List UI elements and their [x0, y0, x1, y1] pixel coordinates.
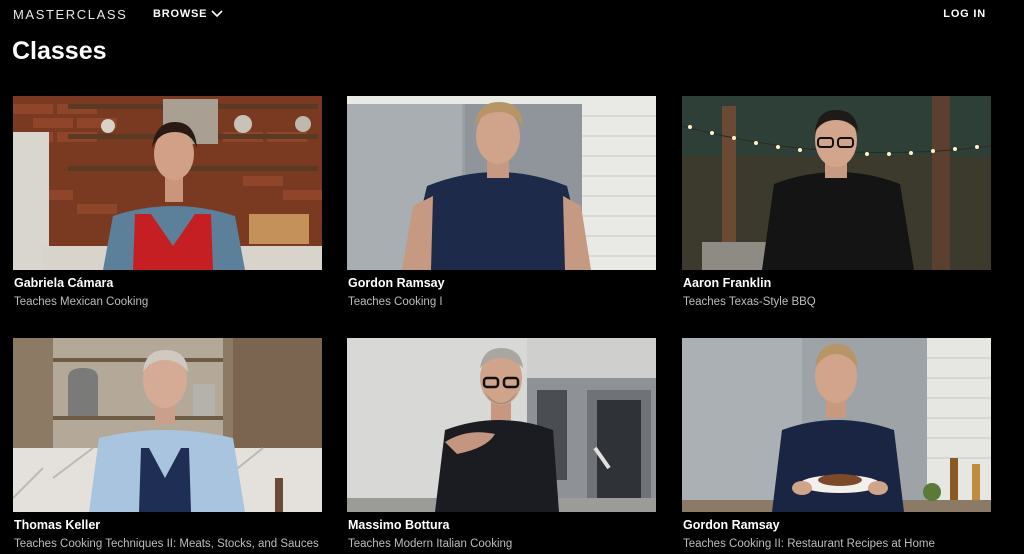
class-subtitle: Teaches Cooking I — [348, 296, 443, 308]
instructor-name: Thomas Keller — [14, 518, 101, 532]
class-thumbnail — [347, 96, 656, 270]
class-subtitle: Teaches Mexican Cooking — [14, 296, 149, 308]
class-thumbnail — [13, 338, 322, 512]
class-card[interactable]: Gordon Ramsay Teaches Cooking I — [347, 96, 656, 308]
class-card[interactable]: Massimo Bottura Teaches Modern Italian C… — [347, 338, 656, 550]
instructor-name: Aaron Franklin — [683, 276, 772, 290]
class-subtitle: Teaches Cooking II: Restaurant Recipes a… — [683, 538, 935, 550]
class-thumbnail — [682, 96, 991, 270]
login-button[interactable]: LOG IN — [943, 8, 986, 20]
class-subtitle: Teaches Modern Italian Cooking — [348, 538, 513, 550]
instructor-name: Gordon Ramsay — [348, 276, 445, 290]
class-thumbnail — [347, 338, 656, 512]
page-title: Classes — [12, 37, 107, 65]
browse-menu-button[interactable]: BROWSE — [153, 8, 223, 20]
instructor-name: Gabriela Cámara — [14, 276, 114, 290]
masterclass-logo[interactable]: MASTERCLASS — [13, 7, 127, 22]
top-nav: MASTERCLASS BROWSE LOG IN — [0, 0, 1024, 28]
class-subtitle: Teaches Cooking Techniques II: Meats, St… — [14, 538, 319, 550]
class-card[interactable]: Gabriela Cámara Teaches Mexican Cooking — [13, 96, 322, 308]
browse-label: BROWSE — [153, 8, 208, 20]
class-thumbnail — [682, 338, 991, 512]
class-card[interactable]: Aaron Franklin Teaches Texas-Style BBQ — [682, 96, 991, 308]
chevron-down-icon — [211, 10, 223, 18]
class-card[interactable]: Gordon Ramsay Teaches Cooking II: Restau… — [682, 338, 991, 550]
class-card[interactable]: Thomas Keller Teaches Cooking Techniques… — [13, 338, 322, 550]
instructor-name: Gordon Ramsay — [683, 518, 780, 532]
class-thumbnail — [13, 96, 322, 270]
instructor-name: Massimo Bottura — [348, 518, 450, 532]
class-subtitle: Teaches Texas-Style BBQ — [683, 296, 816, 308]
